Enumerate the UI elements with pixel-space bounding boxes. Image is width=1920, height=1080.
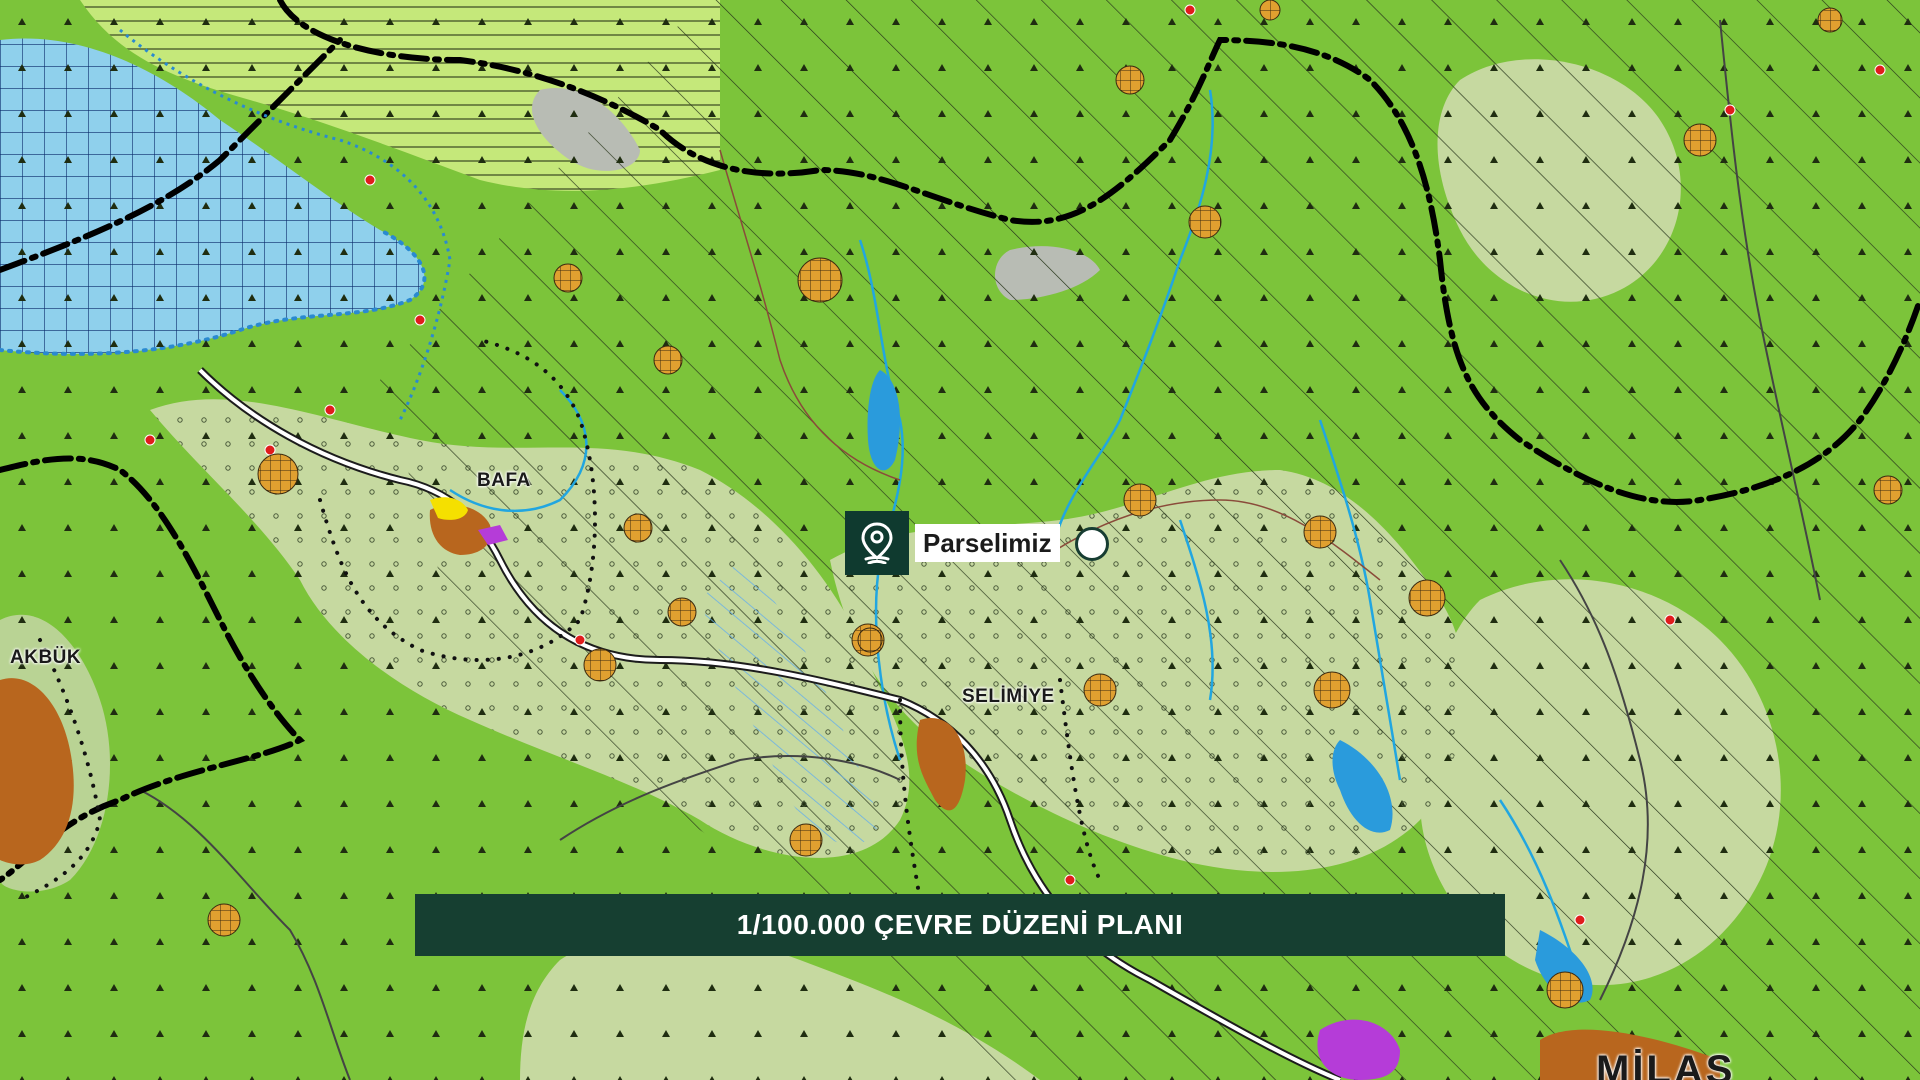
location-pin-icon[interactable]	[845, 511, 909, 575]
parcel-marker[interactable]: Parselimiz	[845, 511, 1060, 575]
map-title: 1/100.000 ÇEVRE DÜZENİ PLANI	[736, 909, 1184, 940]
place-label-milas: MİLAS	[1596, 1048, 1736, 1080]
parcel-location-dot[interactable]	[1075, 527, 1109, 561]
map-title-banner: 1/100.000 ÇEVRE DÜZENİ PLANI	[415, 894, 1505, 956]
place-label-bafa: BAFA	[477, 470, 531, 491]
map-view[interactable]: BAFA AKBÜK SELİMİYE MİLAS Parselimiz 1/1…	[0, 0, 1920, 1080]
place-label-selimiye: SELİMİYE	[962, 686, 1055, 707]
place-label-akbuk: AKBÜK	[10, 647, 82, 668]
parcel-label[interactable]: Parselimiz	[915, 524, 1060, 562]
